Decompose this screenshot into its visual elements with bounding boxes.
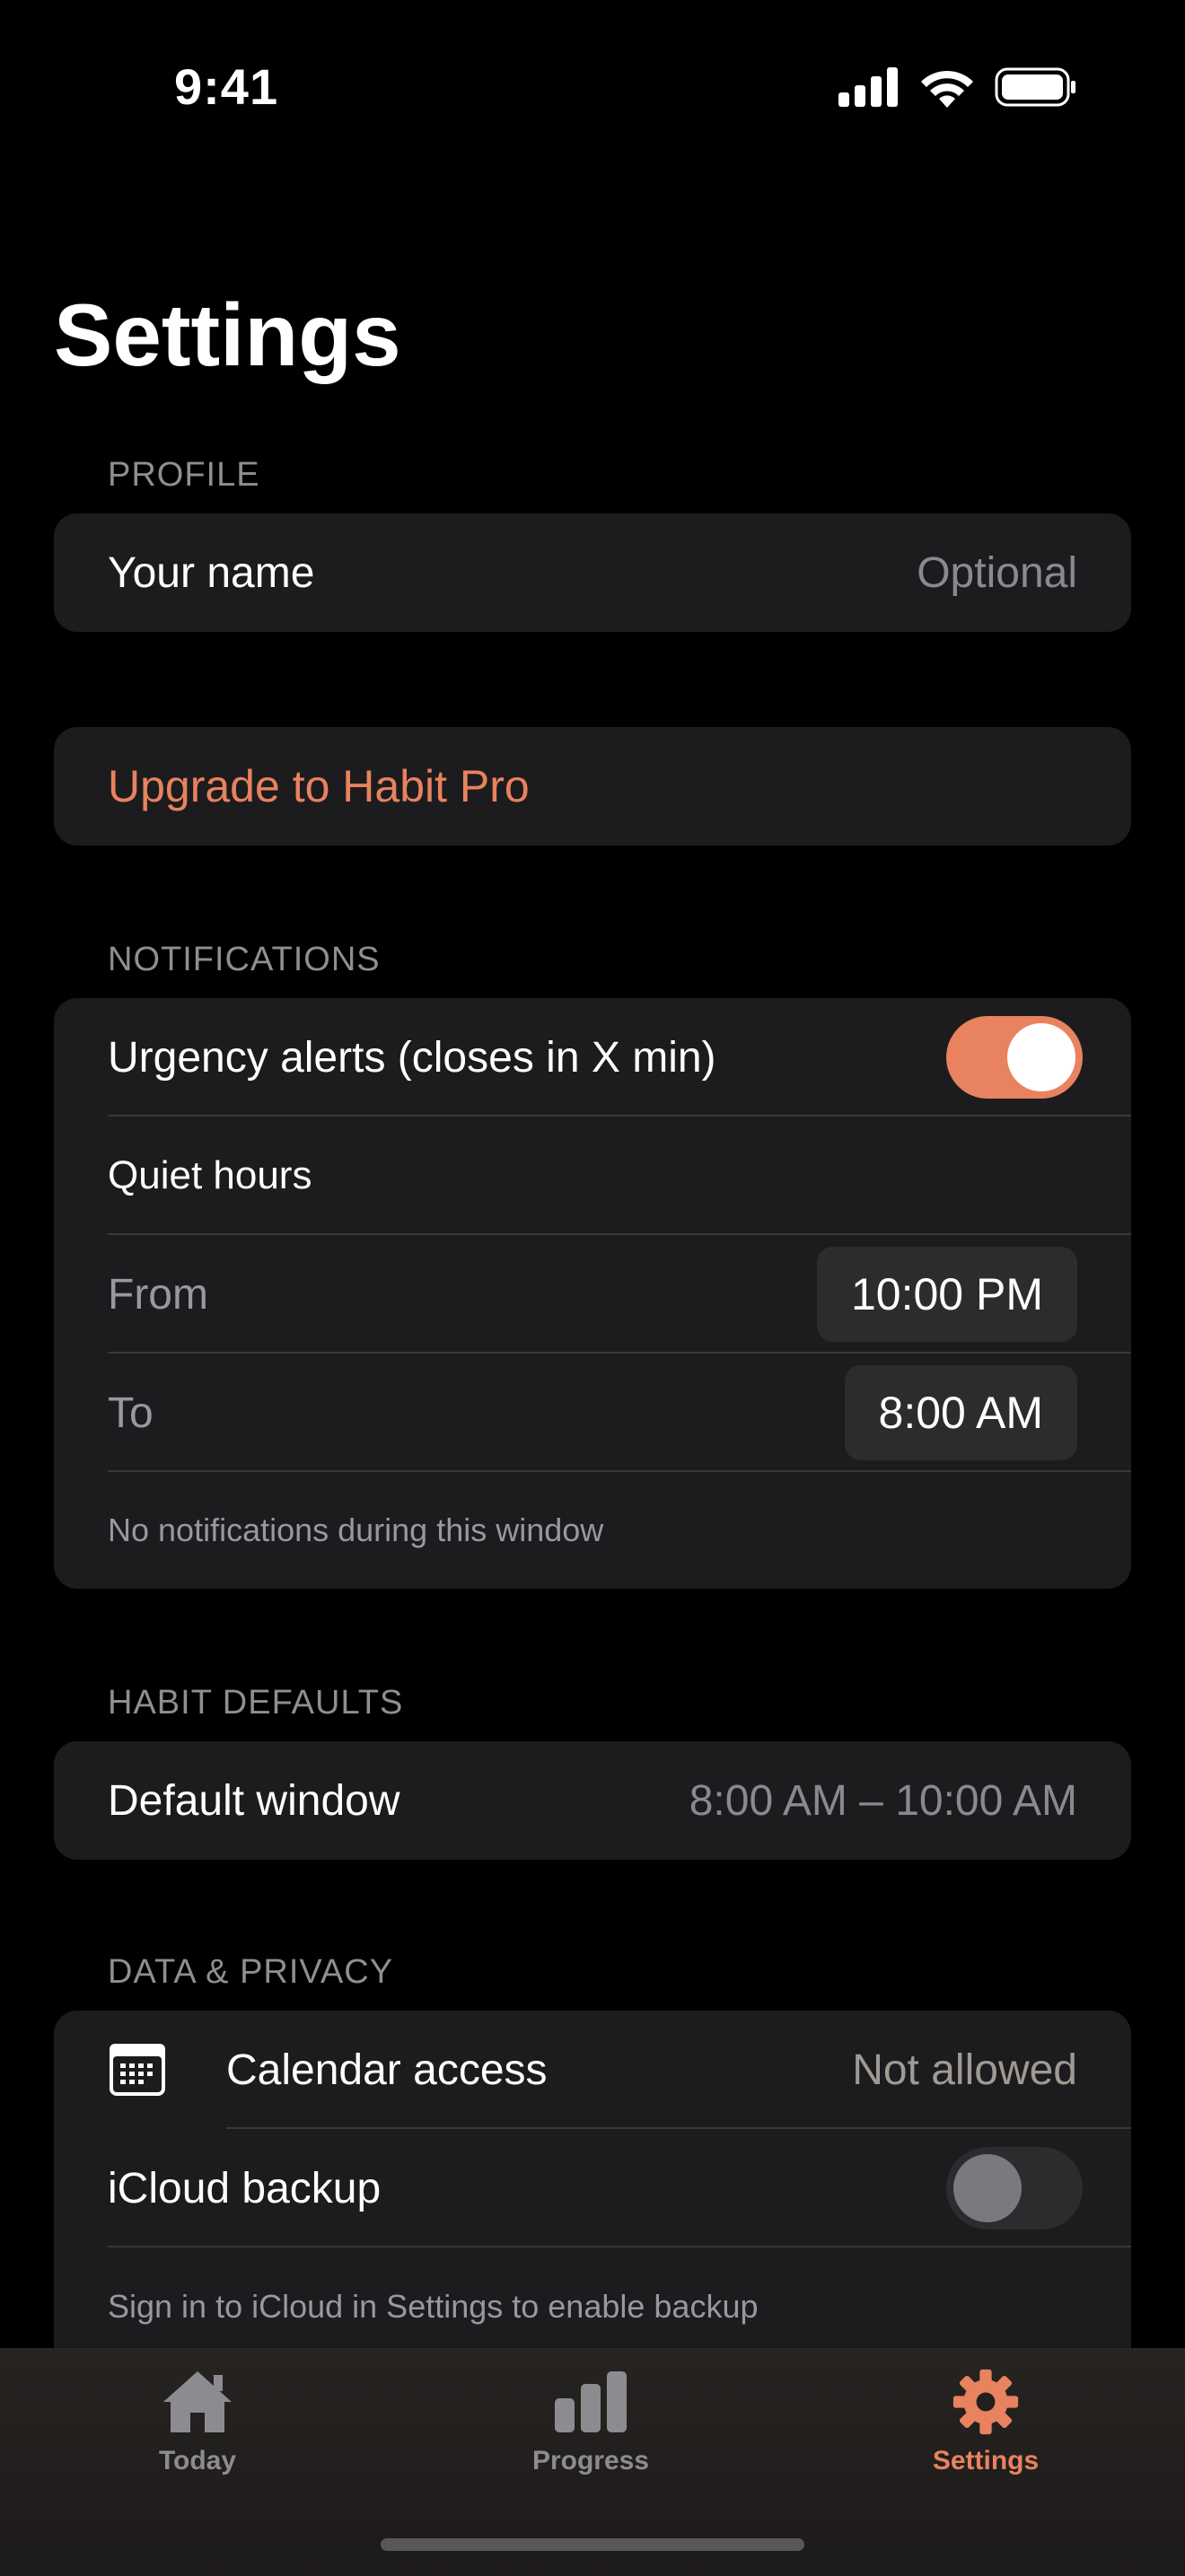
name-label: Your name [108,548,315,597]
toggle-knob [953,2154,1022,2222]
quiet-hours-footnote: No notifications during this window [108,1511,604,1548]
habit-defaults-card: Default window 8:00 AM – 10:00 AM [54,1741,1131,1860]
name-row[interactable]: Your name Optional [54,513,1131,632]
calendar-access-row[interactable]: Calendar access Not allowed [54,2011,1131,2129]
tab-today[interactable]: Today [90,2368,305,2476]
icloud-backup-label: iCloud backup [108,2164,382,2212]
calendar-access-label: Calendar access [226,2046,548,2094]
quiet-hours-label: Quiet hours [108,1153,312,1197]
data-privacy-card: Calendar access Not allowed iCloud backu… [54,2011,1131,2388]
calendar-icon [110,2044,165,2096]
default-window-row[interactable]: Default window 8:00 AM – 10:00 AM [54,1741,1131,1860]
icloud-backup-row: iCloud backup [54,2129,1131,2247]
urgency-alerts-toggle[interactable] [946,1016,1083,1099]
gear-icon [952,2369,1019,2435]
tab-settings[interactable]: Settings [878,2368,1093,2476]
section-header-notifications: NOTIFICATIONS [108,941,381,978]
icloud-footnote: Sign in to iCloud in Settings to enable … [108,2288,759,2325]
home-indicator [381,2538,804,2551]
upgrade-button[interactable]: Upgrade to Habit Pro [54,727,1131,846]
upgrade-label: Upgrade to Habit Pro [108,761,530,811]
to-time-picker[interactable]: 8:00 AM [844,1365,1077,1460]
quiet-from-row: From 10:00 PM [54,1235,1131,1354]
status-bar: 9:41 [0,0,1185,171]
default-window-label: Default window [108,1776,400,1825]
section-header-habit-defaults: HABIT DEFAULTS [108,1684,404,1722]
to-label: To [108,1389,154,1437]
calendar-access-value: Not allowed [852,2046,1077,2094]
house-icon [163,2371,232,2432]
urgency-alerts-row: Urgency alerts (closes in X min) [54,998,1131,1117]
page-title: Settings [54,285,401,384]
battery-icon [995,67,1075,107]
quiet-hours-row: Quiet hours [54,1117,1131,1235]
tab-label-today: Today [158,2446,237,2475]
name-input[interactable]: Optional [917,548,1077,598]
wifi-icon [921,70,973,108]
quiet-hours-footnote-row: No notifications during this window [54,1472,1131,1589]
status-icons [838,66,1077,108]
section-header-data-privacy: DATA & PRIVACY [108,1953,394,1991]
icloud-backup-toggle[interactable] [946,2147,1083,2230]
tab-label-settings: Settings [932,2446,1040,2475]
quiet-to-row: To 8:00 AM [54,1354,1131,1472]
from-time-picker[interactable]: 10:00 PM [816,1247,1077,1342]
notifications-card: Urgency alerts (closes in X min) Quiet h… [54,998,1131,1589]
status-time: 9:41 [174,58,279,115]
urgency-alerts-label: Urgency alerts (closes in X min) [108,1033,716,1082]
from-label: From [108,1270,208,1319]
toggle-knob [1007,1023,1075,1091]
section-header-profile: PROFILE [108,456,260,494]
upgrade-card: Upgrade to Habit Pro [54,727,1131,846]
cellular-signal-icon [838,67,898,107]
tab-progress[interactable]: Progress [483,2368,698,2476]
tab-label-progress: Progress [531,2446,650,2475]
profile-card: Your name Optional [54,513,1131,632]
bar-chart-icon [555,2371,627,2432]
default-window-value: 8:00 AM – 10:00 AM [689,1776,1077,1825]
